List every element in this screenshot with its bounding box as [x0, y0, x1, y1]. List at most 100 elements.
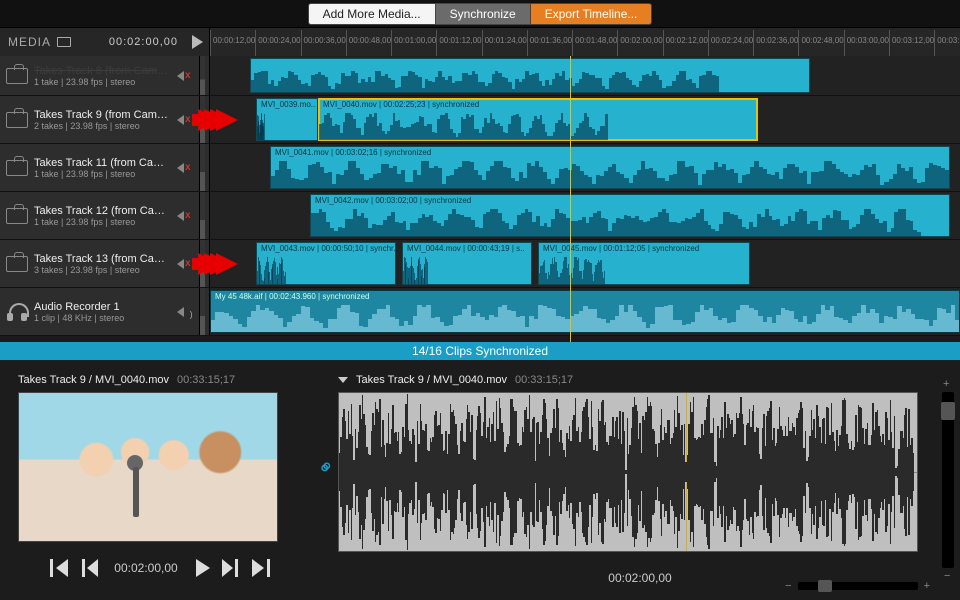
camera-icon — [6, 208, 28, 224]
track-header[interactable]: Takes Track 13 (from Camera 2)3 takes | … — [0, 240, 210, 287]
annotation-arrow-icon — [216, 253, 238, 275]
track-header[interactable]: Takes Track 8 (from Camera 2)1 take | 23… — [0, 56, 210, 95]
ruler-tick: 00:01:00,00 — [391, 30, 436, 56]
track-meta: 1 clip | 48 KHz | stereo — [34, 313, 171, 323]
track-row: Takes Track 13 (from Camera 2)3 takes | … — [0, 240, 960, 288]
volume-slider[interactable] — [199, 56, 205, 95]
ruler-tick: 00:02:36,00 — [753, 30, 798, 56]
clip[interactable]: MVI_0045.mov | 00:01:12;05 | synchronize… — [538, 242, 750, 285]
track-meta: 2 takes | 23.98 fps | stereo — [34, 121, 171, 131]
track-header[interactable]: Audio Recorder 11 clip | 48 KHz | stereo… — [0, 288, 210, 335]
track-lane[interactable]: MVI_0042.mov | 00:03:02;00 | synchronize… — [210, 192, 960, 239]
chevron-down-icon[interactable] — [338, 377, 348, 383]
vertical-zoom-slider[interactable] — [942, 392, 954, 568]
clip[interactable]: My 45 48k.aif | 00:02:43.960 | synchroni… — [210, 290, 960, 333]
mute-button[interactable]: x — [177, 68, 193, 84]
clip-label: MVI_0045.mov | 00:01:12;05 | synchronize… — [543, 244, 745, 253]
mute-button[interactable]: x — [177, 112, 193, 128]
ruler-tick: 00:01:36,00 — [527, 30, 572, 56]
track-header[interactable]: Takes Track 11 (from Camera 2)1 take | 2… — [0, 144, 210, 191]
volume-slider[interactable] — [199, 144, 205, 191]
ruler-tick: 00:02:12,00 — [663, 30, 708, 56]
video-preview-thumbnail[interactable] — [18, 392, 278, 542]
horizontal-zoom-slider[interactable]: − + — [785, 580, 930, 592]
clip[interactable]: MVI_0042.mov | 00:03:02;00 | synchronize… — [310, 194, 950, 237]
camera-icon — [6, 112, 28, 128]
clip-label: MVI_0043.mov | 00:00:50;10 | synchr.. — [261, 244, 391, 253]
video-transport-timecode: 00:02:00,00 — [114, 561, 177, 575]
export-timeline-button[interactable]: Export Timeline... — [531, 3, 653, 25]
clip-label: MVI_0039.mo.. — [261, 100, 313, 109]
volume-slider[interactable] — [199, 192, 205, 239]
audio-transport-timecode: 00:02:00,00 — [608, 571, 671, 585]
camera-icon — [6, 68, 28, 84]
mute-button[interactable]: x — [177, 160, 193, 176]
zoom-in-label[interactable]: + — [924, 580, 930, 592]
track-title: Takes Track 13 (from Camera 2) — [34, 253, 171, 265]
play-button[interactable] — [192, 35, 203, 49]
track-title: Takes Track 12 (from Camera 2) — [34, 205, 171, 217]
track-title: Takes Track 11 (from Camera 2) — [34, 157, 171, 169]
clip-label: My 45 48k.aif | 00:02:43.960 | synchroni… — [215, 292, 955, 301]
clip[interactable] — [250, 58, 810, 93]
detail-audio-title: Takes Track 9 / MVI_0040.mov — [356, 374, 507, 386]
clip[interactable]: MVI_0043.mov | 00:00:50;10 | synchr.. — [256, 242, 396, 285]
camera-icon — [6, 160, 28, 176]
clip-label: MVI_0044.mov | 00:00:43;19 | s.. — [407, 244, 527, 253]
volume-slider[interactable] — [199, 240, 205, 287]
clip[interactable]: MVI_0039.mo.. — [256, 98, 318, 141]
headphones-icon — [6, 303, 28, 321]
track-lane[interactable]: My 45 48k.aif | 00:02:43.960 | synchroni… — [210, 288, 960, 335]
track-lane[interactable]: MVI_0039.mo.. MVI_0040.mov | 00:02:25;23 … — [210, 96, 960, 143]
mute-button[interactable]: x — [177, 208, 193, 224]
next-clip-button[interactable] — [252, 559, 270, 577]
audio-waveform-view[interactable] — [338, 392, 918, 552]
track-lane[interactable]: MVI_0041.mov | 00:03:02;16 | synchronize… — [210, 144, 960, 191]
timeline-header: MEDIA 00:02:00,00 00:00:12,0000:00:24,00… — [0, 28, 960, 56]
annotation-arrow-icon — [216, 109, 238, 131]
clip[interactable]: MVI_0041.mov | 00:03:02;16 | synchronize… — [270, 146, 950, 189]
track-lane[interactable]: MVI_0043.mov | 00:00:50;10 | synchr.. MVI… — [210, 240, 960, 287]
track-row: Takes Track 12 (from Camera 2)1 take | 2… — [0, 192, 960, 240]
zoom-out-label[interactable]: − — [785, 580, 791, 592]
step-back-button[interactable] — [82, 559, 96, 577]
track-title: Takes Track 8 (from Camera 2) — [34, 65, 171, 77]
track-header[interactable]: Takes Track 9 (from Camera 2)2 takes | 2… — [0, 96, 210, 143]
ruler-tick: 00:00:36,00 — [301, 30, 346, 56]
track-meta: 1 take | 23.98 fps | stereo — [34, 217, 171, 227]
ruler-tick: 00:00:12,00 — [210, 30, 255, 56]
mute-button[interactable]: ﹚ — [177, 304, 193, 320]
track-meta: 3 takes | 23.98 fps | stereo — [34, 265, 171, 275]
playhead-timecode: 00:02:00,00 — [109, 36, 178, 48]
track-meta: 1 take | 23.98 fps | stereo — [34, 169, 171, 179]
volume-slider[interactable] — [199, 288, 205, 335]
clip[interactable]: MVI_0044.mov | 00:00:43;19 | s.. — [402, 242, 532, 285]
clip-label: MVI_0041.mov | 00:03:02;16 | synchronize… — [275, 148, 945, 157]
ruler-tick: 00:02:48,00 — [798, 30, 843, 56]
volume-slider[interactable] — [199, 96, 205, 143]
track-row: Audio Recorder 11 clip | 48 KHz | stereo… — [0, 288, 960, 336]
play-video-button[interactable] — [196, 559, 210, 577]
ruler-tick: 00:01:24,00 — [482, 30, 527, 56]
track-title: Audio Recorder 1 — [34, 301, 171, 313]
detail-audio-timecode: 00:33:15;17 — [515, 374, 573, 386]
synchronize-button[interactable]: Synchronize — [436, 3, 531, 25]
top-button-bar: Add More Media... Synchronize Export Tim… — [0, 0, 960, 28]
clip-detail-panel: Takes Track 9 / MVI_0040.mov 00:33:15;17… — [0, 360, 960, 600]
track-header[interactable]: Takes Track 12 (from Camera 2)1 take | 2… — [0, 192, 210, 239]
step-forward-button[interactable] — [224, 559, 238, 577]
ruler-tick: 00:00:24,00 — [255, 30, 300, 56]
monitor-icon[interactable] — [57, 37, 71, 47]
ruler-tick: 00:03:12,00 — [889, 30, 934, 56]
track-row: Takes Track 8 (from Camera 2)1 take | 23… — [0, 56, 960, 96]
track-lane[interactable] — [210, 56, 960, 95]
clip-label: MVI_0042.mov | 00:03:02;00 | synchronize… — [315, 196, 945, 205]
track-meta: 1 take | 23.98 fps | stereo — [34, 77, 171, 87]
clip[interactable]: MVI_0040.mov | 00:02:25;23 | synchronize… — [318, 98, 758, 141]
track-row: Takes Track 9 (from Camera 2)2 takes | 2… — [0, 96, 960, 144]
prev-clip-button[interactable] — [50, 559, 68, 577]
mute-button[interactable]: x — [177, 256, 193, 272]
add-media-button[interactable]: Add More Media... — [308, 3, 436, 25]
time-ruler[interactable]: 00:00:12,0000:00:24,0000:00:36,0000:00:4… — [210, 28, 960, 56]
camera-icon — [6, 256, 28, 272]
